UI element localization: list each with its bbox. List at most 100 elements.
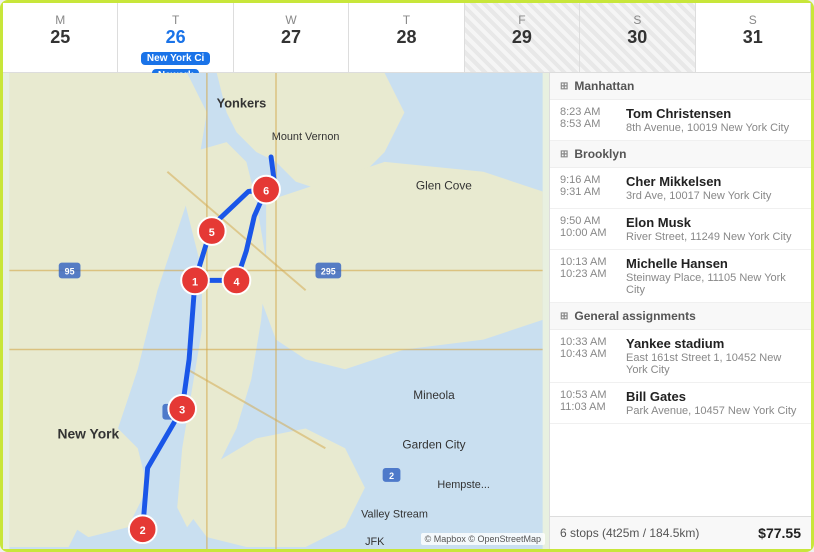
day-num: 30 — [627, 27, 647, 48]
day-num: 27 — [281, 27, 301, 48]
day-week-label: S — [749, 13, 757, 27]
stop-address: 3rd Ave, 10017 New York City — [626, 190, 801, 202]
stop-item[interactable]: 10:53 AM11:03 AM Bill GatesPark Avenue, 1… — [550, 383, 811, 424]
stop-details: Elon MuskRiver Street, 11249 New York Ci… — [626, 215, 801, 243]
svg-text:3: 3 — [179, 405, 185, 417]
stop-times: 10:33 AM10:43 AM — [560, 336, 616, 360]
stop-details: Cher Mikkelsen3rd Ave, 10017 New York Ci… — [626, 174, 801, 202]
day-tab-sat[interactable]: S30 — [580, 3, 695, 72]
stop-details: Yankee stadiumEast 161st Street 1, 10452… — [626, 336, 801, 376]
stop-times: 10:53 AM11:03 AM — [560, 389, 616, 413]
day-tab-wed[interactable]: W27 — [234, 3, 349, 72]
section-title: General assignments — [574, 309, 695, 323]
day-tab-mon[interactable]: M25 — [3, 3, 118, 72]
stop-arrive: 9:50 AM — [560, 215, 616, 227]
section-header-brooklyn: ⊞ Brooklyn — [550, 141, 811, 168]
stop-name: Elon Musk — [626, 215, 801, 230]
section-header-manhattan: ⊞Manhattan — [550, 73, 811, 100]
day-num: 31 — [743, 27, 763, 48]
stop-address: 8th Avenue, 10019 New York City — [626, 122, 801, 134]
stop-arrive: 8:23 AM — [560, 106, 616, 118]
stop-depart: 10:23 AM — [560, 268, 616, 280]
day-week-label: F — [518, 13, 525, 27]
day-tab-fri[interactable]: F29 — [465, 3, 580, 72]
stop-arrive: 10:53 AM — [560, 389, 616, 401]
panel-footer: 6 stops (4t25m / 184.5km) $77.55 — [550, 516, 811, 549]
section-title: Brooklyn — [574, 147, 626, 161]
svg-text:2: 2 — [389, 471, 394, 481]
day-week-label: W — [285, 13, 296, 27]
section-grid-icon: ⊞ — [560, 311, 568, 322]
stop-name: Cher Mikkelsen — [626, 174, 801, 189]
svg-text:295: 295 — [321, 266, 336, 276]
map-attribution: © Mapbox © OpenStreetMap — [421, 533, 545, 545]
day-num: 29 — [512, 27, 532, 48]
stop-name: Yankee stadium — [626, 336, 801, 351]
day-tab-sun[interactable]: S31 — [696, 3, 811, 72]
stop-item[interactable]: 9:16 AM9:31 AM Cher Mikkelsen3rd Ave, 100… — [550, 168, 811, 209]
day-week-label: M — [55, 13, 65, 27]
day-tab-tue[interactable]: T26New York CiNewark — [118, 3, 233, 72]
stop-depart: 8:53 AM — [560, 118, 616, 130]
day-num: 25 — [50, 27, 70, 48]
stop-details: Tom Christensen8th Avenue, 10019 New Yor… — [626, 106, 801, 134]
stop-times: 9:50 AM10:00 AM — [560, 215, 616, 239]
day-week-label: T — [403, 13, 410, 27]
stop-depart: 11:03 AM — [560, 401, 616, 413]
stop-address: River Street, 11249 New York City — [626, 231, 801, 243]
day-week-label: S — [633, 13, 641, 27]
day-num: 26 — [166, 27, 186, 48]
svg-text:Mineola: Mineola — [413, 388, 455, 402]
stop-item[interactable]: 10:13 AM10:23 AM Michelle HansenSteinway … — [550, 250, 811, 303]
map-area: 95 495 295 2 Yonkers Mount Vernon Glen C… — [3, 73, 549, 549]
stop-item[interactable]: 8:23 AM8:53 AM Tom Christensen8th Avenue,… — [550, 100, 811, 141]
section-header-general: ⊞ General assignments — [550, 303, 811, 330]
stop-name: Bill Gates — [626, 389, 801, 404]
day-week-label: T — [172, 13, 179, 27]
day-tabs: M25T26New York CiNewarkW27T28F29S30S31 — [3, 3, 811, 73]
stop-name: Tom Christensen — [626, 106, 801, 121]
svg-text:5: 5 — [209, 227, 215, 239]
stop-times: 9:16 AM9:31 AM — [560, 174, 616, 198]
section-grid-icon: ⊞ — [560, 81, 568, 92]
svg-text:2: 2 — [140, 525, 146, 537]
svg-text:4: 4 — [233, 276, 239, 288]
svg-text:Yonkers: Yonkers — [217, 96, 267, 111]
stop-arrive: 9:16 AM — [560, 174, 616, 186]
main-content: 95 495 295 2 Yonkers Mount Vernon Glen C… — [3, 73, 811, 549]
stop-address: Park Avenue, 10457 New York City — [626, 405, 801, 417]
stop-depart: 10:00 AM — [560, 227, 616, 239]
stop-details: Bill GatesPark Avenue, 10457 New York Ci… — [626, 389, 801, 417]
stop-depart: 9:31 AM — [560, 186, 616, 198]
svg-text:Hempste...: Hempste... — [437, 479, 490, 491]
stop-name: Michelle Hansen — [626, 256, 801, 271]
right-panel: ⊞Manhattan8:23 AM8:53 AMTom Christensen8… — [549, 73, 811, 549]
stop-details: Michelle HansenSteinway Place, 11105 New… — [626, 256, 801, 296]
svg-text:New York: New York — [58, 425, 120, 441]
svg-text:6: 6 — [263, 185, 269, 197]
stop-item[interactable]: 9:50 AM10:00 AM Elon MuskRiver Street, 11… — [550, 209, 811, 250]
map-svg: 95 495 295 2 Yonkers Mount Vernon Glen C… — [3, 73, 549, 549]
svg-text:Mount Vernon: Mount Vernon — [272, 131, 340, 143]
day-num: 28 — [396, 27, 416, 48]
stop-arrive: 10:13 AM — [560, 256, 616, 268]
stop-arrive: 10:33 AM — [560, 336, 616, 348]
section-grid-icon: ⊞ — [560, 149, 568, 160]
route-badge[interactable]: New York Ci — [141, 52, 210, 65]
stop-times: 8:23 AM8:53 AM — [560, 106, 616, 130]
stop-times: 10:13 AM10:23 AM — [560, 256, 616, 280]
stop-depart: 10:43 AM — [560, 348, 616, 360]
app-container: M25T26New York CiNewarkW27T28F29S30S31 — [3, 3, 811, 549]
svg-text:JFK: JFK — [365, 536, 385, 548]
svg-text:Garden City: Garden City — [402, 437, 465, 451]
day-tab-thu[interactable]: T28 — [349, 3, 464, 72]
footer-stops-label: 6 stops (4t25m / 184.5km) — [560, 526, 699, 540]
stop-item[interactable]: 10:33 AM10:43 AM Yankee stadiumEast 161st… — [550, 330, 811, 383]
svg-text:95: 95 — [65, 266, 75, 276]
svg-text:Glen Cove: Glen Cove — [416, 179, 472, 193]
svg-text:Valley Stream: Valley Stream — [361, 508, 428, 520]
footer-price: $77.55 — [758, 525, 801, 541]
stop-address: East 161st Street 1, 10452 New York City — [626, 352, 801, 376]
stop-address: Steinway Place, 11105 New York City — [626, 272, 801, 296]
svg-text:1: 1 — [192, 276, 198, 288]
